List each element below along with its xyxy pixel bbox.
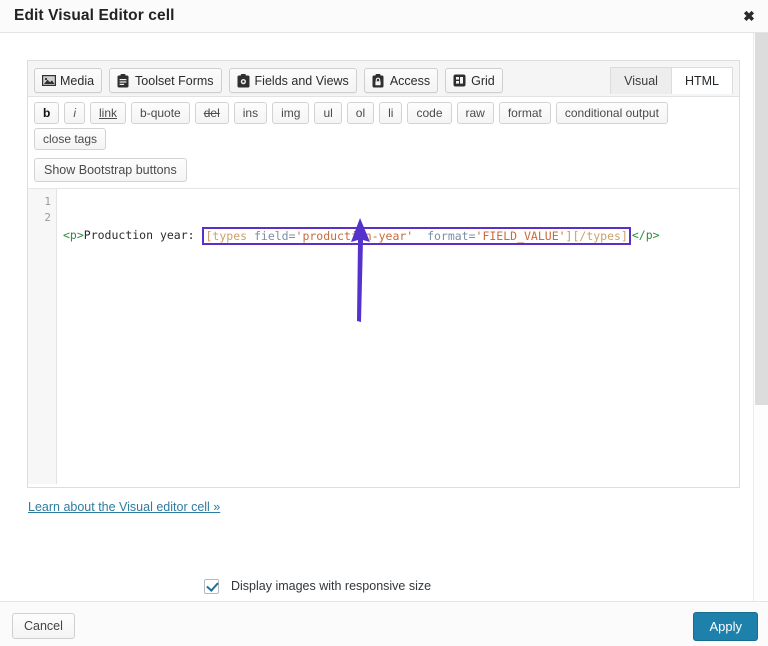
option-row[interactable]: Display images with responsive size <box>204 571 431 601</box>
insert-fields-and-views-button[interactable]: Fields and Views <box>229 68 357 93</box>
apply-button[interactable]: Apply <box>693 612 758 641</box>
show-bootstrap-buttons-button[interactable]: Show Bootstrap buttons <box>34 158 187 182</box>
editor-panel: Media Toolset Forms Fields and Views Access… <box>27 60 740 488</box>
lock-clipboard-icon <box>372 74 386 88</box>
code-content[interactable]: <p>Production year: [types field='produc… <box>58 194 739 322</box>
insert-button-label: Grid <box>471 74 495 88</box>
quicktag-b-button[interactable]: b <box>34 102 59 124</box>
code-text: Production year: <box>84 228 202 242</box>
quicktag-conditional-output-button[interactable]: conditional output <box>556 102 668 124</box>
page-title: Edit Visual Editor cell <box>14 7 175 25</box>
checkbox-display-images-with-responsive-size[interactable] <box>204 579 219 594</box>
code-line-1: <p>Production year: [types field='produc… <box>58 226 739 242</box>
html-close-tag: </p> <box>632 228 660 242</box>
tab-html[interactable]: HTML <box>671 67 733 94</box>
editor-insert-toolbar: Media Toolset Forms Fields and Views Access… <box>28 61 739 97</box>
quicktag-link-button[interactable]: link <box>90 102 126 124</box>
fields-icon <box>237 74 251 88</box>
dialog-window: Edit Visual Editor cell ✖ Media Toolset F… <box>0 0 768 646</box>
insert-media-button[interactable]: Media <box>34 68 102 93</box>
shortcode-closing-tag: [/types] <box>572 229 627 243</box>
dialog-footer: Cancel Apply <box>0 601 768 646</box>
quicktag-ul-button[interactable]: ul <box>314 102 341 124</box>
html-open-tag: <p> <box>63 228 84 242</box>
quicktag-raw-button[interactable]: raw <box>457 102 494 124</box>
insert-button-label: Access <box>390 74 430 88</box>
quicktag-img-button[interactable]: img <box>272 102 309 124</box>
quicktag-close-tags-button[interactable]: close tags <box>34 128 106 150</box>
shortcode-name: types <box>212 229 247 243</box>
quicktag-format-button[interactable]: format <box>499 102 551 124</box>
insert-access-button[interactable]: Access <box>364 68 438 93</box>
quicktag-code-button[interactable]: code <box>407 102 451 124</box>
tab-visual[interactable]: Visual <box>610 67 672 94</box>
option-label: Display images with responsive size <box>231 579 431 593</box>
line-number: 1 <box>28 194 56 210</box>
quicktag-ins-button[interactable]: ins <box>234 102 267 124</box>
shortcode-highlight[interactable]: [types field='production-year' format='F… <box>202 227 630 245</box>
shortcode-attr-format-value: 'FIELD_VALUE' <box>476 229 566 243</box>
cancel-button[interactable]: Cancel <box>12 613 75 639</box>
code-editor[interactable]: 12 <p>Production year: [types field='pro… <box>28 189 739 484</box>
shortcode-attr-format: format= <box>413 229 475 243</box>
learn-more-link[interactable]: Learn about the Visual editor cell » <box>28 500 220 514</box>
insert-button-label: Fields and Views <box>255 74 349 88</box>
dialog-body: Media Toolset Forms Fields and Views Access… <box>0 33 768 601</box>
vertical-scrollbar[interactable] <box>753 33 768 601</box>
image-icon <box>42 74 56 88</box>
bootstrap-toolbar: Show Bootstrap buttons <box>28 156 739 189</box>
quicktag-toolbar: bilinkb-quotedelinsimgulollicoderawforma… <box>28 97 739 156</box>
insert-button-label: Media <box>60 74 94 88</box>
scrollbar-thumb[interactable] <box>755 33 768 405</box>
code-line-2 <box>58 274 739 290</box>
line-number: 2 <box>28 210 56 226</box>
insert-toolset-forms-button[interactable]: Toolset Forms <box>109 68 222 93</box>
shortcode-attr-field-value: 'production-year' <box>296 229 414 243</box>
insert-button-group: Media Toolset Forms Fields and Views Access… <box>34 68 510 93</box>
quicktag-del-button[interactable]: del <box>195 102 229 124</box>
line-number-gutter: 12 <box>28 189 57 484</box>
clipboard-icon <box>117 74 131 88</box>
quicktag-li-button[interactable]: li <box>379 102 402 124</box>
editor-mode-tabs: VisualHTML <box>611 67 733 94</box>
quicktag-b-quote-button[interactable]: b-quote <box>131 102 190 124</box>
insert-button-label: Toolset Forms <box>135 74 214 88</box>
grid-icon <box>453 74 467 88</box>
dialog-titlebar: Edit Visual Editor cell ✖ <box>0 0 768 33</box>
insert-grid-button[interactable]: Grid <box>445 68 503 93</box>
quicktag-ol-button[interactable]: ol <box>347 102 374 124</box>
quicktag-i-button[interactable]: i <box>64 102 85 124</box>
close-icon[interactable]: ✖ <box>739 6 759 26</box>
shortcode-attr-field: field= <box>247 229 295 243</box>
